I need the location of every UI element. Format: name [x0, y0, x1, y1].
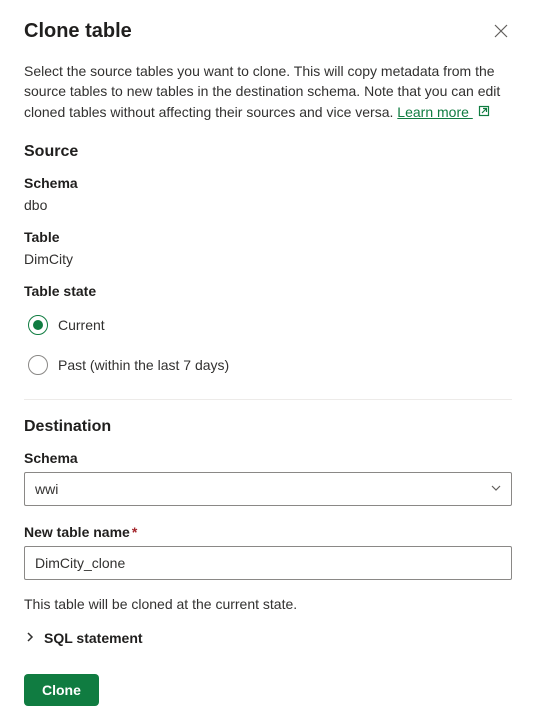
- clone-info-text: This table will be cloned at the current…: [24, 596, 512, 612]
- table-state-radio-group: Current Past (within the last 7 days): [24, 309, 512, 381]
- radio-current-label: Current: [58, 317, 105, 333]
- table-state-label: Table state: [24, 283, 512, 299]
- source-schema-value: dbo: [24, 197, 512, 213]
- source-table-label: Table: [24, 229, 512, 245]
- new-table-name-input[interactable]: [24, 546, 512, 580]
- clone-button[interactable]: Clone: [24, 674, 99, 706]
- required-asterisk: *: [132, 524, 137, 540]
- dest-schema-label: Schema: [24, 450, 512, 466]
- radio-icon-unselected: [28, 355, 48, 375]
- chevron-right-icon: [24, 630, 36, 646]
- close-icon: [494, 24, 508, 41]
- sql-statement-label: SQL statement: [44, 630, 143, 646]
- source-table-value: DimCity: [24, 251, 512, 267]
- destination-section-title: Destination: [24, 418, 512, 436]
- section-divider: [24, 399, 512, 400]
- dest-schema-select[interactable]: [24, 472, 512, 506]
- dialog-title: Clone table: [24, 20, 132, 43]
- dialog-description: Select the source tables you want to clo…: [24, 61, 512, 123]
- source-section-title: Source: [24, 143, 512, 161]
- radio-past[interactable]: Past (within the last 7 days): [24, 349, 512, 381]
- sql-statement-expander[interactable]: SQL statement: [24, 630, 512, 646]
- source-schema-label: Schema: [24, 175, 512, 191]
- learn-more-link[interactable]: Learn more: [397, 104, 472, 120]
- radio-icon-selected: [28, 315, 48, 335]
- radio-current[interactable]: Current: [24, 309, 512, 341]
- new-table-name-label: New table name*: [24, 524, 512, 540]
- radio-past-label: Past (within the last 7 days): [58, 357, 229, 373]
- external-link-icon: [477, 103, 491, 123]
- close-button[interactable]: [490, 20, 512, 45]
